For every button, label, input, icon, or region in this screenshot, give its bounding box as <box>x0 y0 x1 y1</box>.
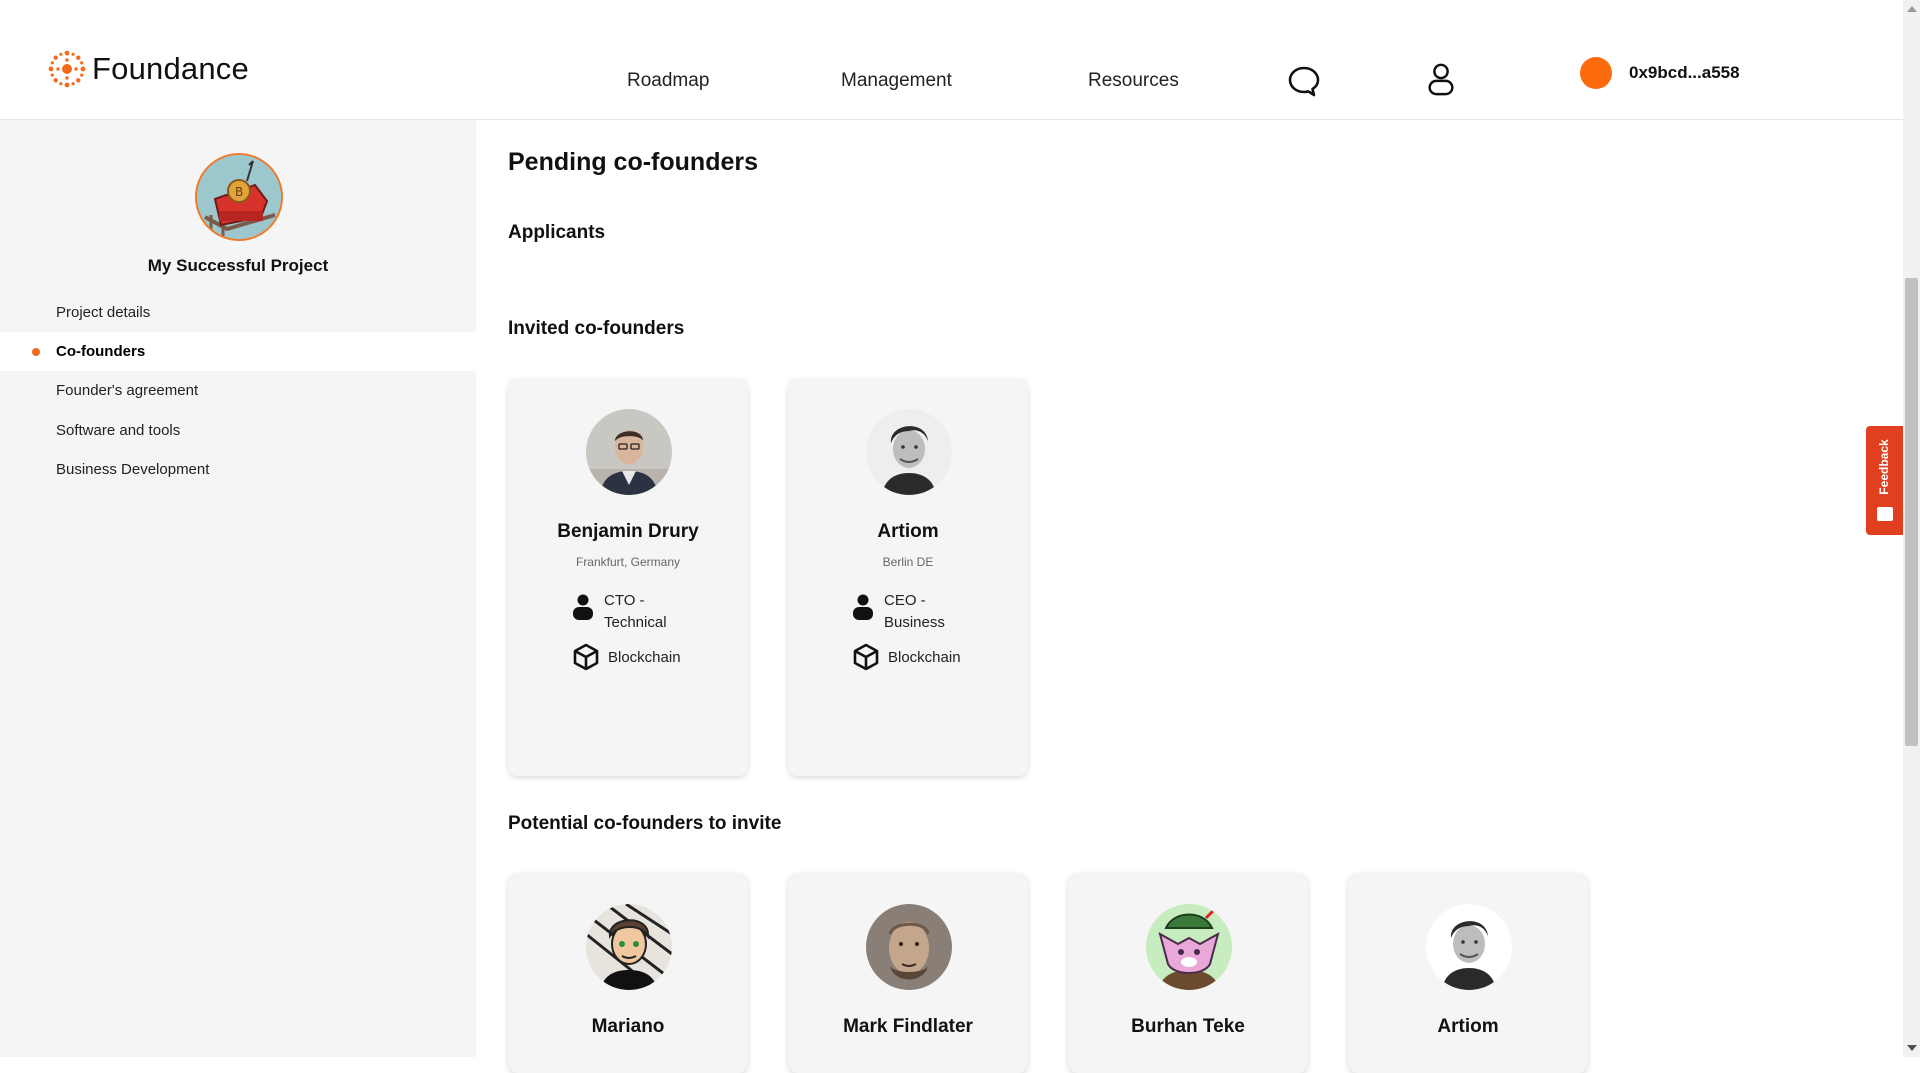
potential-cofounder-card[interactable]: Burhan Teke <box>1068 873 1308 1073</box>
cofounder-name: Benjamin Drury <box>557 521 699 542</box>
cofounder-location: Frankfurt, Germany <box>575 555 681 569</box>
scroll-down-arrow-icon[interactable] <box>1907 1045 1917 1051</box>
cofounder-name: Artiom <box>877 521 939 542</box>
sidebar-item-software-and-tools[interactable]: Software and tools <box>0 411 476 450</box>
top-header: Foundance Roadmap Management Resources 0… <box>0 0 1903 120</box>
project-avatar: B <box>195 153 283 241</box>
avatar <box>1426 904 1512 990</box>
applicants-heading: Applicants <box>508 222 606 243</box>
cube-icon <box>853 643 879 671</box>
brand-name: Foundance <box>92 51 249 86</box>
avatar <box>866 409 952 495</box>
potential-cofounder-card[interactable]: Mariano <box>508 873 748 1073</box>
wallet-avatar <box>1580 57 1612 89</box>
person-icon <box>573 594 593 620</box>
chat-bubble-icon[interactable] <box>1287 64 1321 98</box>
sidebar-item-label: Business Development <box>56 461 210 478</box>
user-profile-icon[interactable] <box>1424 62 1458 96</box>
avatar <box>586 904 672 990</box>
potential-heading: Potential co-founders to invite <box>508 813 782 834</box>
svg-text:B: B <box>235 185 243 199</box>
project-sidebar: B My Successful Project Project details … <box>0 120 476 1057</box>
wallet-address: 0x9bcd...a558 <box>1629 63 1740 82</box>
sidebar-item-label: Software and tools <box>56 422 181 439</box>
industry-label: Blockchain <box>888 648 961 666</box>
cofounder-name: Mariano <box>591 1016 665 1037</box>
potential-cofounder-card[interactable]: Artiom <box>1348 873 1588 1073</box>
cofounder-name: Artiom <box>1437 1016 1499 1037</box>
scroll-thumb[interactable] <box>1905 278 1918 746</box>
cofounder-industry: Blockchain <box>572 642 681 672</box>
avatar <box>866 904 952 990</box>
cofounder-card[interactable]: Benjamin Drury Frankfurt, Germany CTO - … <box>508 378 748 776</box>
cofounder-card[interactable]: Artiom Berlin DE CEO - Business Blockcha… <box>788 378 1028 776</box>
industry-label: Blockchain <box>608 648 681 666</box>
foundance-logo-icon <box>48 50 86 88</box>
cofounder-name: Burhan Teke <box>1131 1016 1245 1037</box>
nav-management[interactable]: Management <box>841 70 952 92</box>
invited-heading: Invited co-founders <box>508 318 685 339</box>
nav-roadmap[interactable]: Roadmap <box>627 70 709 92</box>
feedback-label: Feedback <box>1877 439 1891 495</box>
avatar <box>1146 904 1232 990</box>
project-image: B <box>197 155 281 239</box>
cofounder-location: Berlin DE <box>882 555 934 569</box>
avatar <box>586 409 672 495</box>
sidebar-item-label: Project details <box>56 304 151 321</box>
nav-resources[interactable]: Resources <box>1088 70 1179 92</box>
sidebar-item-label: Founder's agreement <box>56 382 199 399</box>
feedback-icon <box>1877 507 1893 521</box>
sidebar-item-project-details[interactable]: Project details <box>0 293 476 332</box>
role-label: CEO - Business <box>884 592 945 631</box>
scroll-up-arrow-icon[interactable] <box>1907 6 1917 12</box>
feedback-tab[interactable]: Feedback <box>1866 426 1903 535</box>
active-indicator-dot <box>32 348 40 356</box>
sidebar-item-founders-agreement[interactable]: Founder's agreement <box>0 371 476 410</box>
cofounder-name: Mark Findlater <box>843 1016 973 1037</box>
brand-logo[interactable]: Foundance <box>46 48 249 90</box>
sidebar-item-co-founders[interactable]: Co-founders <box>0 332 476 371</box>
cube-icon <box>573 643 599 671</box>
sidebar-item-business-development[interactable]: Business Development <box>0 450 476 489</box>
cofounder-role: CTO - Technical <box>570 590 674 634</box>
page-scrollbar[interactable] <box>1903 0 1920 1057</box>
cofounder-industry: Blockchain <box>852 642 961 672</box>
page-title: Pending co-founders <box>508 148 758 176</box>
potential-cofounder-card[interactable]: Mark Findlater <box>788 873 1028 1073</box>
project-name: My Successful Project <box>147 256 329 275</box>
sidebar-item-label: Co-founders <box>56 343 146 360</box>
role-label: CTO - Technical <box>604 592 667 631</box>
wallet-button[interactable]: 0x9bcd...a558 <box>1572 51 1747 95</box>
person-icon <box>853 594 873 620</box>
cofounder-role: CEO - Business <box>850 590 954 634</box>
